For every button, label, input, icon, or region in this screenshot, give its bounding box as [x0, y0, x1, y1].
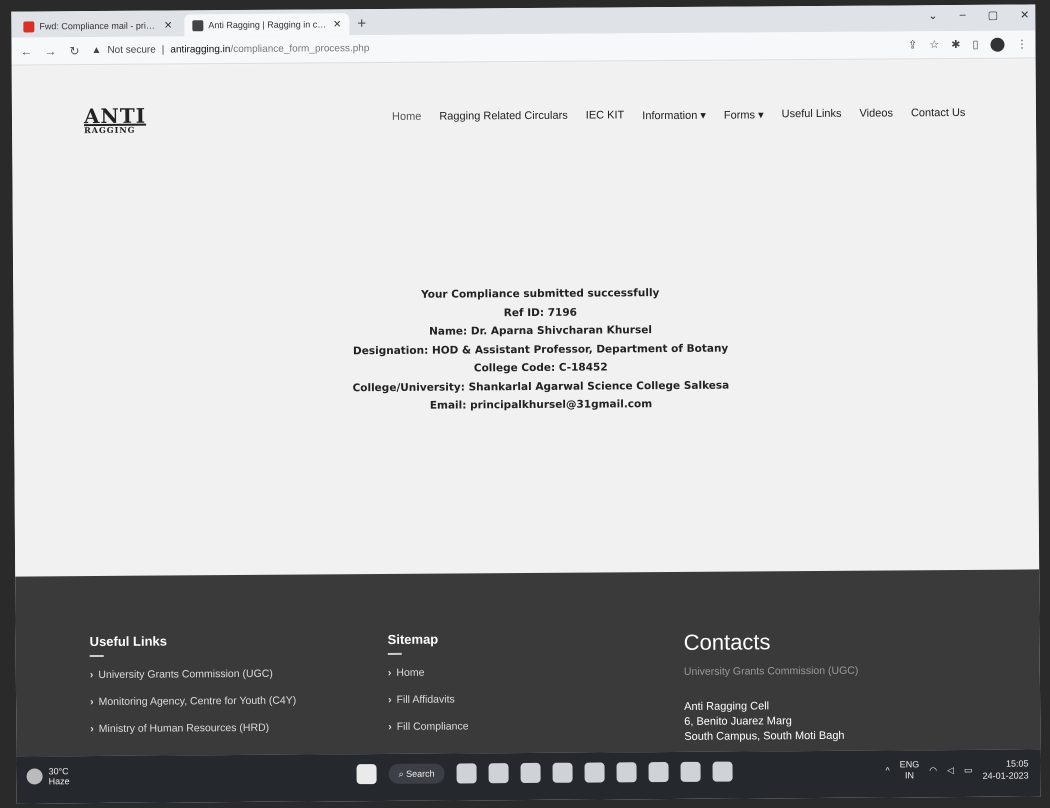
star-icon[interactable]: ☆	[929, 38, 939, 51]
contacts-org: University Grants Commission (UGC)	[683, 664, 859, 678]
nav-circulars[interactable]: Ragging Related Circulars	[439, 110, 567, 124]
useful-links-column: Useful Links University Grants Commissio…	[90, 633, 297, 750]
weather-temp: 30°C	[48, 766, 69, 777]
warning-icon: ▲	[91, 44, 102, 57]
share-icon[interactable]: ⇪	[908, 38, 917, 51]
url-input[interactable]: ▲ Not secure | antiragging.in/compliance…	[91, 35, 898, 61]
sidebar-icon[interactable]: ▯	[972, 38, 978, 51]
maximize-button[interactable]: ▢	[988, 9, 998, 22]
weather-icon	[26, 768, 43, 785]
profile-avatar[interactable]	[990, 37, 1005, 52]
taskbar: 30°C Haze ⌕ Search ^ ENG IN ◠ ◁ ▭ 15:05 …	[16, 749, 1041, 804]
sitemap-link[interactable]: Home	[388, 666, 468, 679]
security-label: Not secure	[107, 44, 156, 56]
language-indicator[interactable]: ENG IN	[900, 759, 920, 781]
sitemap-column: Sitemap Home Fill Affidavits Fill Compli…	[388, 631, 469, 748]
close-window-button[interactable]: ✕	[1020, 8, 1029, 21]
contacts-column: Contacts University Grants Commission (U…	[684, 629, 859, 745]
tab-gmail[interactable]: Fwd: Compliance mail - principal ✕	[15, 14, 180, 37]
main-nav: Home Ragging Related Circulars IEC KIT I…	[392, 107, 965, 124]
address-line: Anti Ragging Cell	[684, 700, 770, 713]
reload-icon[interactable]: ↻	[67, 44, 81, 58]
app-icon[interactable]	[680, 761, 701, 782]
contacts-heading: Contacts	[683, 629, 771, 655]
photos-icon[interactable]	[616, 762, 637, 783]
nav-contact-us[interactable]: Contact Us	[911, 107, 966, 120]
footer-link[interactable]: Monitoring Agency, Centre for Youth (C4Y…	[90, 695, 297, 708]
heading-divider	[89, 654, 104, 658]
nav-videos[interactable]: Videos	[859, 107, 893, 120]
chevron-down-icon[interactable]: ⌄	[928, 9, 937, 22]
site-logo[interactable]: ANTI RAGGING	[83, 103, 147, 146]
tab-title: Anti Ragging | Ragging in colle	[208, 19, 328, 31]
screen: Fwd: Compliance mail - principal ✕ Anti …	[11, 4, 1041, 804]
chevron-up-icon[interactable]: ^	[885, 765, 889, 775]
task-view-icon[interactable]	[456, 763, 477, 784]
contacts-address: Anti Ragging Cell 6, Benito Juarez Marg …	[684, 699, 859, 745]
back-icon[interactable]: ←	[19, 44, 33, 58]
sitemap-link[interactable]: Fill Affidavits	[388, 693, 468, 706]
search-label: Search	[406, 768, 435, 779]
site-footer: Useful Links University Grants Commissio…	[15, 569, 1041, 757]
tab-title: Fwd: Compliance mail - principal	[39, 20, 159, 32]
logo-line1: ANTI	[83, 103, 147, 129]
footer-link[interactable]: University Grants Commission (UGC)	[90, 668, 296, 681]
url-path: /compliance_form_process.php	[230, 43, 370, 56]
tab-antiragging[interactable]: Anti Ragging | Ragging in colle ✕	[184, 13, 350, 37]
battery-icon[interactable]: ▭	[964, 764, 973, 775]
minimize-button[interactable]: –	[960, 9, 966, 22]
toolbar-icons: ⇪ ☆ ✱ ▯ ⋮	[908, 37, 1028, 52]
gmail-icon	[23, 20, 35, 32]
sitemap-link[interactable]: Fill Compliance	[388, 720, 469, 733]
sitemap-heading: Sitemap	[387, 631, 439, 647]
search-icon: ⌕	[398, 768, 407, 779]
windows-start-icon[interactable]	[356, 764, 377, 785]
file-explorer-icon[interactable]	[488, 763, 509, 784]
clock[interactable]: 15:05 24-01-2023	[982, 758, 1029, 782]
url-host: antiragging.in	[170, 44, 231, 56]
system-tray: ^ ENG IN ◠ ◁ ▭ 15:05 24-01-2023	[885, 758, 1028, 783]
logo-line2: RAGGING	[84, 124, 136, 136]
volume-icon[interactable]: ◁	[947, 765, 954, 776]
menu-icon[interactable]: ⋮	[1016, 37, 1027, 50]
close-icon[interactable]: ✕	[164, 20, 172, 31]
store-icon[interactable]	[552, 762, 573, 783]
nav-forms[interactable]: Forms ▾	[724, 108, 764, 121]
footer-link[interactable]: Ministry of Human Resources (HRD)	[90, 722, 296, 735]
new-tab-button[interactable]: +	[357, 13, 366, 35]
heading-divider	[387, 652, 402, 655]
taskbar-apps: ⌕ Search	[356, 761, 733, 785]
weather-widget[interactable]: 30°C Haze	[26, 766, 70, 787]
forward-icon[interactable]: →	[43, 44, 57, 58]
wifi-icon[interactable]: ◠	[929, 765, 937, 776]
nav-home[interactable]: Home	[392, 111, 421, 124]
close-icon[interactable]: ✕	[333, 19, 341, 30]
app-icon[interactable]	[648, 762, 669, 783]
nav-information[interactable]: Information ▾	[642, 109, 706, 122]
taskbar-search[interactable]: ⌕ Search	[388, 763, 445, 784]
nav-useful-links[interactable]: Useful Links	[782, 108, 842, 121]
weather-desc: Haze	[48, 776, 70, 787]
chrome-icon[interactable]	[712, 761, 733, 782]
mail-icon[interactable]	[584, 762, 605, 783]
useful-links-heading: Useful Links	[89, 633, 167, 650]
web-page: ANTI RAGGING Home Ragging Related Circul…	[11, 59, 1040, 577]
nav-iec-kit[interactable]: IEC KIT	[586, 109, 625, 122]
address-line: 6, Benito Juarez Marg	[684, 715, 792, 728]
address-line: South Campus, South Moti Bagh	[684, 729, 845, 743]
success-message: Your Compliance submitted successfully R…	[13, 281, 1038, 418]
window-controls: ⌄ – ▢ ✕	[928, 8, 1029, 22]
extensions-icon[interactable]: ✱	[951, 38, 960, 51]
edge-icon[interactable]	[520, 762, 541, 784]
site-favicon-icon	[192, 19, 204, 31]
